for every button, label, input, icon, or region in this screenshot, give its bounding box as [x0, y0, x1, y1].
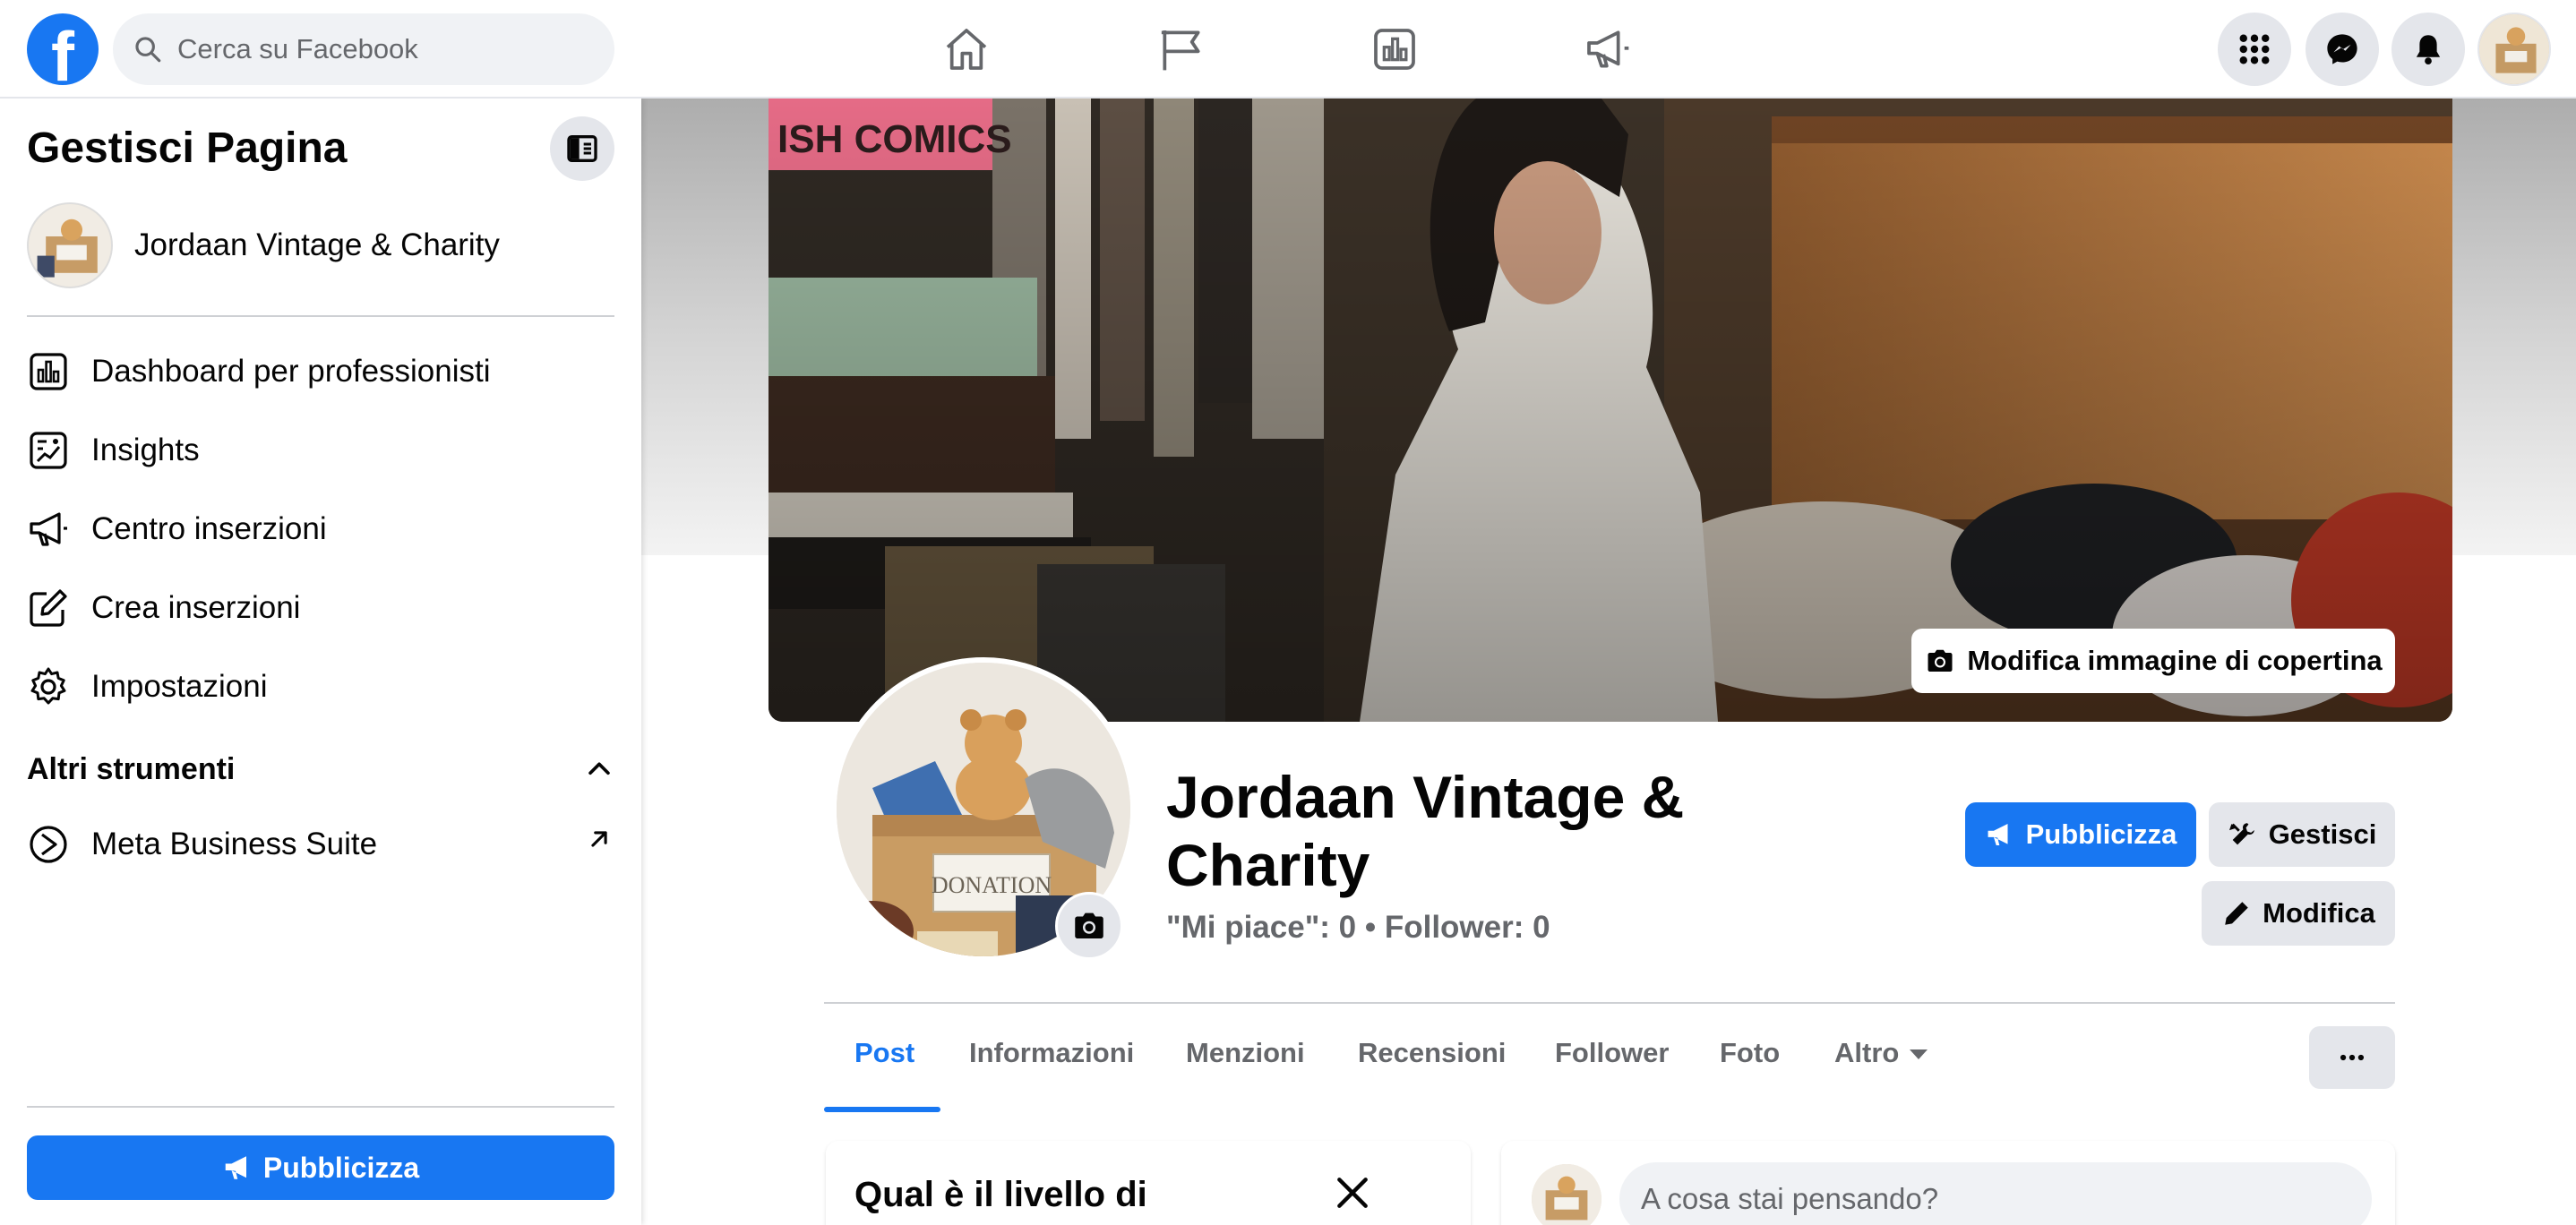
manage-button[interactable]: Gestisci — [2209, 802, 2395, 867]
more-options-button[interactable] — [2309, 1026, 2395, 1089]
megaphone-icon — [1988, 823, 2008, 846]
page-likes-followers: "Mi piace": 0 • Follower: 0 — [1166, 910, 1550, 945]
sidebar-toggle-icon — [567, 135, 597, 162]
dashboard-icon — [30, 353, 67, 390]
search-icon — [135, 37, 161, 63]
tab-menzioni[interactable]: Menzioni — [1186, 1037, 1305, 1069]
account-avatar[interactable] — [2477, 13, 2551, 86]
page-title: Jordaan Vintage & Charity — [1166, 764, 1685, 898]
megaphone-icon — [30, 512, 67, 546]
external-link-arrow-icon — [591, 831, 607, 847]
megaphone-icon — [225, 1156, 246, 1179]
sidebar-item-ads-center[interactable]: Centro inserzioni — [27, 498, 327, 561]
sidebar-item-label: Centro inserzioni — [91, 511, 327, 546]
caret-down-icon — [1910, 1049, 1928, 1060]
dashboard-nav-icon[interactable] — [1365, 20, 1424, 79]
composer-avatar — [1532, 1164, 1601, 1225]
sidebar-item-meta-business-suite[interactable]: Meta Business Suite — [27, 813, 377, 876]
edit-page-label: Modifica — [2263, 897, 2375, 929]
manage-label: Gestisci — [2268, 818, 2377, 850]
edit-cover-label: Modifica immagine di copertina — [1967, 645, 2383, 676]
sidebar-item-label: Impostazioni — [91, 669, 268, 704]
setup-card-title: Qual è il livello di completamento della… — [854, 1175, 1275, 1225]
svg-text:ISH COMICS: ISH COMICS — [777, 117, 1012, 161]
tab-informazioni[interactable]: Informazioni — [969, 1037, 1134, 1069]
pencil-icon — [2225, 902, 2248, 925]
sidebar-item-settings[interactable]: Impostazioni — [27, 655, 267, 718]
tab-foto[interactable]: Foto — [1720, 1037, 1780, 1069]
edit-page-button[interactable]: Modifica — [2202, 881, 2395, 946]
tab-recensioni[interactable]: Recensioni — [1358, 1037, 1506, 1069]
sidebar-item-label: Dashboard per professionisti — [91, 354, 491, 389]
sidebar-item-label: Meta Business Suite — [91, 827, 378, 861]
sidebar-item-insights[interactable]: Insights — [27, 419, 200, 482]
notifications-bell-icon[interactable] — [2391, 13, 2465, 86]
promote-label: Pubblicizza — [2025, 818, 2177, 850]
tab-altro-label: Altro — [1834, 1037, 1900, 1068]
sidebar-promote-button[interactable]: Pubblicizza — [27, 1135, 614, 1200]
update-profile-picture-button[interactable] — [1055, 892, 1123, 960]
sidebar-divider — [27, 315, 614, 317]
sidebar-item-dashboard[interactable]: Dashboard per professionisti — [27, 340, 491, 403]
insights-icon — [30, 432, 67, 469]
sidebar-bottom-divider — [27, 1106, 614, 1108]
sidebar-item-label: Crea inserzioni — [91, 590, 301, 625]
tab-follower[interactable]: Follower — [1555, 1037, 1669, 1069]
tabs-divider — [824, 1002, 2395, 1004]
sidebar-item-label: Insights — [91, 433, 200, 467]
close-icon[interactable] — [1333, 1173, 1372, 1212]
tab-post[interactable]: Post — [854, 1037, 914, 1069]
meta-business-suite-icon — [30, 826, 67, 863]
post-composer-card — [1501, 1141, 2395, 1225]
home-icon[interactable] — [937, 20, 996, 79]
manage-page-sidebar: Gestisci Pagina Jordaan Vintage & Charit… — [0, 99, 641, 1225]
chevron-up-icon[interactable] — [584, 754, 614, 784]
sidebar-promote-label: Pubblicizza — [262, 1151, 420, 1184]
sidebar-page-switcher[interactable]: Jordaan Vintage & Charity — [27, 202, 500, 288]
donation-box-label: DONATION — [932, 872, 1052, 898]
menu-grid-icon[interactable] — [2218, 13, 2291, 86]
top-navigation-bar: f — [0, 0, 2576, 99]
facebook-logo-icon[interactable]: f — [27, 13, 99, 85]
camera-icon — [1075, 912, 1103, 938]
tools-icon — [2228, 823, 2254, 845]
sidebar-title: Gestisci Pagina — [27, 124, 348, 172]
tab-altro[interactable]: Altro — [1834, 1037, 1928, 1069]
search-bar[interactable] — [113, 13, 614, 85]
post-composer-input[interactable] — [1619, 1162, 2372, 1225]
gear-icon — [30, 667, 66, 705]
ads-megaphone-icon[interactable] — [1578, 20, 1637, 79]
page-setup-card: Qual è il livello di completamento della… — [826, 1141, 1471, 1225]
page-avatar — [27, 202, 113, 288]
camera-icon — [1928, 649, 1953, 672]
collapse-sidebar-button[interactable] — [550, 116, 614, 181]
edit-icon — [30, 589, 67, 627]
promote-button[interactable]: Pubblicizza — [1965, 802, 2196, 867]
more-dots-icon — [2340, 1054, 2365, 1061]
pages-flag-icon[interactable] — [1152, 20, 1211, 79]
search-input[interactable] — [177, 33, 589, 65]
other-tools-heading: Altri strumenti — [27, 752, 236, 786]
sidebar-page-name: Jordaan Vintage & Charity — [134, 227, 500, 262]
active-tab-indicator — [824, 1107, 940, 1112]
edit-cover-photo-button[interactable]: Modifica immagine di copertina — [1911, 629, 2395, 693]
sidebar-item-create-ads[interactable]: Crea inserzioni — [27, 577, 300, 639]
messenger-icon[interactable] — [2306, 13, 2379, 86]
